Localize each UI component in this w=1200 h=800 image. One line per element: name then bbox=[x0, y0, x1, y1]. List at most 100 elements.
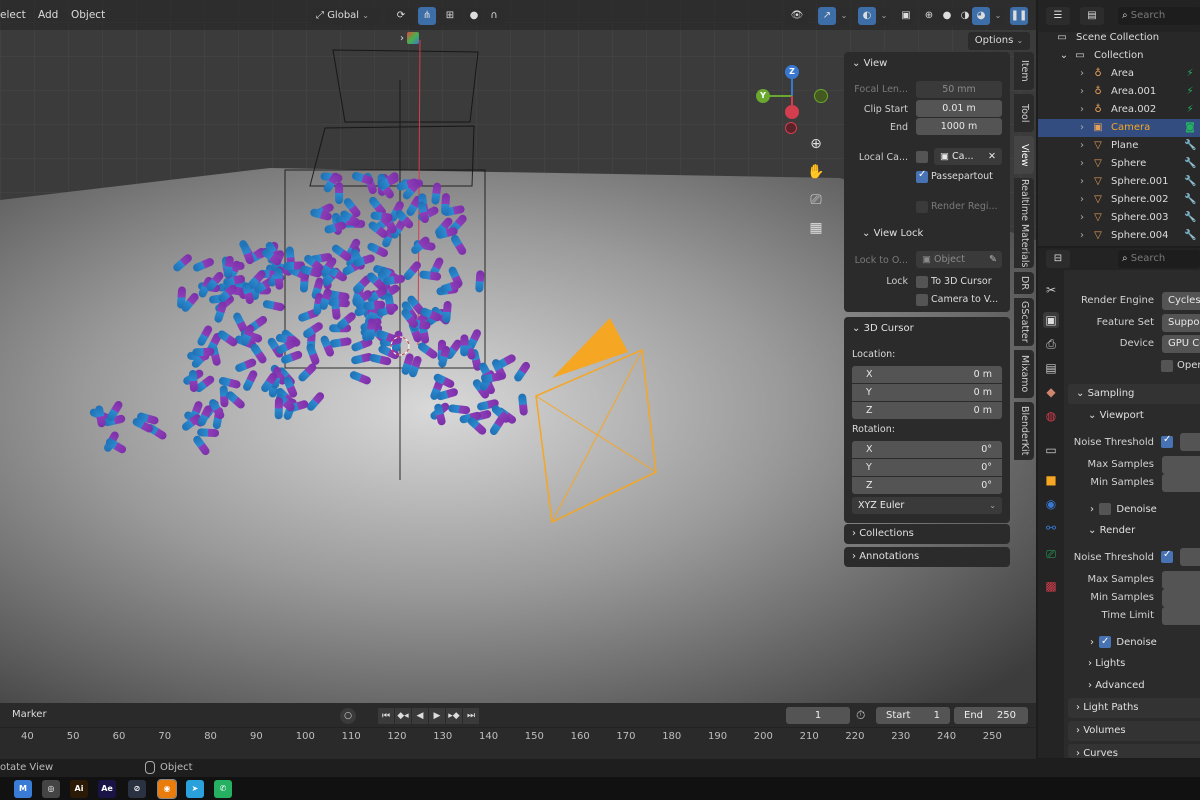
gizmo-neg-y-axis[interactable] bbox=[814, 89, 828, 103]
chevron-right-icon[interactable]: › bbox=[1076, 86, 1088, 98]
capsule-mesh[interactable] bbox=[192, 347, 215, 357]
grid-perspective-icon[interactable]: ▦ bbox=[804, 216, 828, 240]
wrench-icon[interactable]: 🔧 bbox=[1184, 176, 1196, 188]
lock-to-cursor-checkbox[interactable] bbox=[916, 276, 928, 288]
rotation-x-field[interactable]: X 0° bbox=[852, 441, 1002, 458]
render-noise-threshold-checkbox[interactable] bbox=[1161, 549, 1173, 563]
local-camera-checkbox[interactable] bbox=[916, 151, 928, 163]
feature-set-dropdown[interactable]: Suppor bbox=[1162, 314, 1200, 332]
chevron-right-icon[interactable]: › bbox=[1076, 104, 1088, 116]
outliner-item-area-002[interactable]: › ♁ Area.002 ⚡ bbox=[1038, 101, 1200, 119]
light-paths-panel-header[interactable]: › Light Paths bbox=[1068, 698, 1200, 718]
device-dropdown[interactable]: GPU Co bbox=[1162, 335, 1200, 353]
tab-gscatter[interactable]: GScatter bbox=[1014, 298, 1034, 346]
capsule-mesh[interactable] bbox=[475, 270, 485, 293]
output-tab-icon[interactable]: ⎙ bbox=[1043, 336, 1059, 352]
object-data-icon[interactable]: ⚡ bbox=[1184, 68, 1196, 80]
properties-editor-type[interactable]: ⊟ bbox=[1046, 250, 1070, 268]
render-max-samples-field[interactable] bbox=[1162, 571, 1200, 589]
taskbar-app-icon[interactable]: ➤ bbox=[186, 780, 204, 798]
tab-mixamo[interactable]: Mixamo bbox=[1014, 350, 1034, 398]
frame-ruler[interactable]: 40 50 60 70 80 90 100 110 120 130 140 150 160 170 180 1… bbox=[0, 703, 1036, 759]
outliner-search-input[interactable]: ⌕ Search bbox=[1118, 7, 1200, 25]
object-tab-icon[interactable]: ■ bbox=[1043, 472, 1059, 488]
outliner-item-area[interactable]: › ♁ Area ⚡ bbox=[1038, 65, 1200, 83]
taskbar-app-icon[interactable]: Ae bbox=[98, 780, 116, 798]
wrench-icon[interactable]: 🔧 bbox=[1184, 212, 1196, 224]
chevron-right-icon[interactable]: › bbox=[1076, 122, 1088, 134]
rotation-y-field[interactable]: Y 0° bbox=[852, 459, 1002, 476]
object-type-visibility[interactable]: › bbox=[400, 32, 426, 48]
visibility-dropdown[interactable]: 👁 bbox=[786, 7, 808, 25]
transform-orientation-dropdown[interactable]: ⤢ Global ⌄ bbox=[312, 7, 380, 25]
outliner-item-sphere[interactable]: › ▽ Sphere 🔧 bbox=[1038, 155, 1200, 173]
wrench-icon[interactable]: 🔧 bbox=[1184, 194, 1196, 206]
taskbar-app-icon[interactable]: ◎ bbox=[42, 780, 60, 798]
camera-to-view-checkbox[interactable] bbox=[916, 294, 928, 306]
tab-view[interactable]: View bbox=[1014, 136, 1034, 174]
max-samples-field[interactable] bbox=[1162, 456, 1200, 474]
overlays-toggle[interactable]: ◐ bbox=[858, 7, 876, 25]
editor-type-dropdown[interactable]: ☰ bbox=[1046, 7, 1070, 25]
render-noise-threshold-field[interactable] bbox=[1180, 548, 1200, 566]
passepartout-checkbox[interactable] bbox=[916, 169, 928, 183]
taskbar-app-icon[interactable]: Ai bbox=[70, 780, 88, 798]
capsule-mesh[interactable] bbox=[197, 428, 220, 438]
menu-object[interactable]: Object bbox=[71, 9, 105, 21]
menu-add[interactable]: Add bbox=[38, 9, 58, 21]
object-data-icon[interactable]: ⚡ bbox=[1184, 104, 1196, 116]
chevron-right-icon[interactable]: › bbox=[1076, 68, 1088, 80]
chevron-down-icon[interactable]: ⌄ bbox=[1058, 50, 1070, 62]
data-tab-icon[interactable]: ⎚ bbox=[1043, 546, 1059, 562]
chevron-right-icon[interactable]: › bbox=[1076, 212, 1088, 224]
outliner-item-sphere-001[interactable]: › ▽ Sphere.001 🔧 bbox=[1038, 173, 1200, 191]
curves-panel-header[interactable]: › Curves bbox=[1068, 744, 1200, 758]
local-camera-field[interactable]: ▣ Ca... ✕ bbox=[934, 148, 1002, 165]
taskbar-app-icon[interactable]: ✆ bbox=[214, 780, 232, 798]
outliner-item-camera[interactable]: › ▣ Camera ◙ bbox=[1038, 119, 1200, 137]
tab-tool[interactable]: Tool bbox=[1014, 94, 1034, 132]
gizmo-toggle[interactable]: ↗ bbox=[818, 7, 836, 25]
gizmo-x-axis[interactable] bbox=[785, 105, 799, 119]
tab-realtime-materials[interactable]: Realtime Materials bbox=[1014, 178, 1034, 268]
shading-solid[interactable]: ● bbox=[938, 7, 956, 25]
clip-start-field[interactable]: 0.01 m bbox=[916, 100, 1002, 117]
capsule-mesh[interactable] bbox=[274, 267, 284, 290]
wrench-icon[interactable]: 🔧 bbox=[1184, 158, 1196, 170]
gizmo-y-axis[interactable]: Y bbox=[756, 89, 770, 103]
annotations-panel[interactable]: › Annotations bbox=[844, 547, 1010, 567]
outliner-item-sphere-002[interactable]: › ▽ Sphere.002 🔧 bbox=[1038, 191, 1200, 209]
collection-tab-icon[interactable]: ▭ bbox=[1043, 442, 1059, 458]
wrench-icon[interactable]: 🔧 bbox=[1184, 140, 1196, 152]
collections-panel[interactable]: › Collections bbox=[844, 524, 1010, 544]
shading-wireframe[interactable]: ⊕ bbox=[920, 7, 938, 25]
open-checkbox[interactable] bbox=[1161, 360, 1173, 372]
rotation-z-field[interactable]: Z 0° bbox=[852, 477, 1002, 494]
menu-select[interactable]: elect bbox=[0, 9, 26, 21]
render-denoise-row[interactable]: › ✓ Denoise bbox=[1090, 636, 1157, 648]
outliner-item-area-001[interactable]: › ♁ Area.001 ⚡ bbox=[1038, 83, 1200, 101]
display-mode-dropdown[interactable]: ▤ bbox=[1080, 7, 1104, 25]
outliner-item-plane[interactable]: › ▽ Plane 🔧 bbox=[1038, 137, 1200, 155]
shading-dropdown[interactable]: ⌄ bbox=[992, 7, 1004, 25]
gizmo-neg-z-axis[interactable] bbox=[785, 122, 797, 134]
clip-end-field[interactable]: 1000 m bbox=[916, 118, 1002, 135]
volumes-panel-header[interactable]: › Volumes bbox=[1068, 721, 1200, 741]
advanced-subpanel-header[interactable]: › Advanced bbox=[1088, 680, 1145, 691]
wrench-icon[interactable]: 🔧 bbox=[1184, 230, 1196, 242]
physics-tab-icon[interactable]: ◉ bbox=[1043, 496, 1059, 512]
camera-view-icon[interactable]: ⎚ bbox=[804, 188, 828, 212]
render-subpanel-header[interactable]: ⌄ Render bbox=[1088, 525, 1135, 536]
chevron-right-icon[interactable]: › bbox=[1076, 194, 1088, 206]
chevron-right-icon[interactable]: › bbox=[1076, 158, 1088, 170]
snap-target-dropdown[interactable]: ⊞ bbox=[438, 7, 462, 25]
location-z-field[interactable]: Z 0 m bbox=[852, 402, 1002, 419]
chevron-right-icon[interactable]: › bbox=[1076, 230, 1088, 242]
capsule-mesh[interactable] bbox=[460, 334, 469, 357]
location-y-field[interactable]: Y 0 m bbox=[852, 384, 1002, 401]
pause-render-button[interactable]: ❚❚ bbox=[1010, 7, 1028, 25]
viewport-denoise-checkbox[interactable] bbox=[1099, 503, 1112, 515]
collection-row[interactable]: ⌄ ▭ Collection bbox=[1038, 47, 1200, 65]
viewport-denoise-row[interactable]: › Denoise bbox=[1090, 503, 1157, 515]
view-lock-header[interactable]: ⌄ View Lock bbox=[862, 228, 923, 239]
